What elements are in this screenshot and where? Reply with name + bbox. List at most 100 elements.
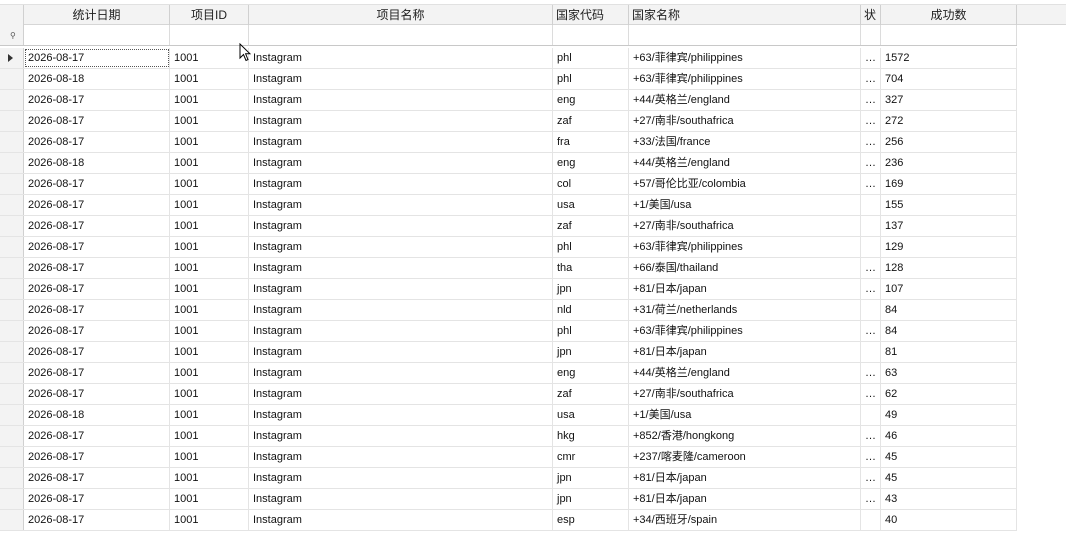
row-indicator[interactable]: [0, 69, 24, 89]
table-row[interactable]: 2026-08-17 1001 Instagram cmr +237/喀麦隆/camer…: [0, 447, 1017, 468]
cell-country-code[interactable]: nld: [553, 300, 629, 320]
cell-project-id[interactable]: 1001: [170, 132, 249, 152]
cell-country-name[interactable]: +81/日本/japan: [629, 279, 861, 299]
cell-country-code[interactable]: zaf: [553, 111, 629, 131]
cell-project-id[interactable]: 1001: [170, 69, 249, 89]
table-row[interactable]: 2026-08-17 1001 Instagram col +57/哥伦比亚/colom…: [0, 174, 1017, 195]
cell-project-name[interactable]: Instagram: [249, 426, 553, 446]
table-row[interactable]: 2026-08-18 1001 Instagram usa +1/美国/usa 49: [0, 405, 1017, 426]
cell-status[interactable]: [861, 342, 881, 362]
table-row[interactable]: 2026-08-17 1001 Instagram jpn +81/日本/japan 81: [0, 342, 1017, 363]
cell-project-id[interactable]: 1001: [170, 153, 249, 173]
cell-date[interactable]: 2026-08-17: [24, 174, 170, 194]
cell-country-code[interactable]: zaf: [553, 216, 629, 236]
cell-project-name[interactable]: Instagram: [249, 153, 553, 173]
cell-status[interactable]: …: [861, 447, 881, 467]
table-row[interactable]: 2026-08-17 1001 Instagram hkg +852/香港/hongko…: [0, 426, 1017, 447]
cell-project-id[interactable]: 1001: [170, 426, 249, 446]
column-header-date[interactable]: 统计日期: [24, 5, 170, 25]
cell-project-id[interactable]: 1001: [170, 174, 249, 194]
cell-country-code[interactable]: eng: [553, 153, 629, 173]
cell-date[interactable]: 2026-08-17: [24, 111, 170, 131]
cell-country-name[interactable]: +66/泰国/thailand: [629, 258, 861, 278]
filter-cell-country-name[interactable]: [629, 25, 861, 45]
cell-project-name[interactable]: Instagram: [249, 321, 553, 341]
row-indicator[interactable]: [0, 48, 24, 68]
row-indicator[interactable]: [0, 195, 24, 215]
column-header-project-name[interactable]: 项目名称: [249, 5, 553, 25]
row-indicator[interactable]: [0, 510, 24, 530]
cell-date[interactable]: 2026-08-17: [24, 489, 170, 509]
cell-date[interactable]: 2026-08-18: [24, 69, 170, 89]
cell-status[interactable]: …: [861, 426, 881, 446]
cell-project-name[interactable]: Instagram: [249, 489, 553, 509]
column-header-country-code[interactable]: 国家代码: [553, 5, 629, 25]
cell-date[interactable]: 2026-08-18: [24, 405, 170, 425]
filter-cell-project-name[interactable]: [249, 25, 553, 45]
cell-project-name[interactable]: Instagram: [249, 216, 553, 236]
cell-project-id[interactable]: 1001: [170, 111, 249, 131]
cell-success-count[interactable]: 128: [881, 258, 1017, 278]
row-indicator[interactable]: [0, 342, 24, 362]
cell-project-id[interactable]: 1001: [170, 510, 249, 530]
cell-success-count[interactable]: 327: [881, 90, 1017, 110]
column-header-success-count[interactable]: 成功数: [881, 5, 1017, 25]
cell-project-id[interactable]: 1001: [170, 279, 249, 299]
cell-project-id[interactable]: 1001: [170, 384, 249, 404]
table-row[interactable]: 2026-08-17 1001 Instagram usa +1/美国/usa 155: [0, 195, 1017, 216]
cell-project-name[interactable]: Instagram: [249, 363, 553, 383]
row-indicator[interactable]: [0, 447, 24, 467]
cell-date[interactable]: 2026-08-17: [24, 510, 170, 530]
cell-success-count[interactable]: 40: [881, 510, 1017, 530]
row-indicator[interactable]: [0, 237, 24, 257]
cell-status[interactable]: …: [861, 90, 881, 110]
cell-success-count[interactable]: 81: [881, 342, 1017, 362]
cell-country-code[interactable]: fra: [553, 132, 629, 152]
cell-country-name[interactable]: +27/南非/southafrica: [629, 111, 861, 131]
cell-country-name[interactable]: +1/美国/usa: [629, 195, 861, 215]
cell-success-count[interactable]: 45: [881, 468, 1017, 488]
cell-project-id[interactable]: 1001: [170, 48, 249, 68]
cell-country-name[interactable]: +44/英格兰/england: [629, 363, 861, 383]
cell-country-code[interactable]: cmr: [553, 447, 629, 467]
cell-status[interactable]: …: [861, 468, 881, 488]
cell-country-name[interactable]: +852/香港/hongkong: [629, 426, 861, 446]
cell-date[interactable]: 2026-08-17: [24, 90, 170, 110]
cell-success-count[interactable]: 63: [881, 363, 1017, 383]
filter-cell-date[interactable]: [24, 25, 170, 45]
cell-country-name[interactable]: +63/菲律宾/philippines: [629, 321, 861, 341]
cell-status[interactable]: …: [861, 384, 881, 404]
cell-status[interactable]: …: [861, 132, 881, 152]
cell-date[interactable]: 2026-08-17: [24, 279, 170, 299]
cell-project-name[interactable]: Instagram: [249, 510, 553, 530]
filter-cell-project-id[interactable]: [170, 25, 249, 45]
cell-date[interactable]: 2026-08-18: [24, 153, 170, 173]
row-indicator[interactable]: [0, 111, 24, 131]
cell-country-code[interactable]: jpn: [553, 489, 629, 509]
cell-country-code[interactable]: phl: [553, 237, 629, 257]
cell-project-name[interactable]: Instagram: [249, 468, 553, 488]
cell-project-name[interactable]: Instagram: [249, 195, 553, 215]
cell-project-name[interactable]: Instagram: [249, 258, 553, 278]
cell-country-code[interactable]: jpn: [553, 342, 629, 362]
column-header-project-id[interactable]: 项目ID: [170, 5, 249, 25]
filter-cell-success-count[interactable]: [881, 25, 1017, 45]
cell-country-name[interactable]: +44/英格兰/england: [629, 153, 861, 173]
cell-date[interactable]: 2026-08-17: [24, 195, 170, 215]
cell-country-name[interactable]: +44/英格兰/england: [629, 90, 861, 110]
table-row[interactable]: 2026-08-17 1001 Instagram esp +34/西班牙/spain 4…: [0, 510, 1017, 531]
cell-project-name[interactable]: Instagram: [249, 111, 553, 131]
row-indicator[interactable]: [0, 405, 24, 425]
cell-country-code[interactable]: usa: [553, 195, 629, 215]
cell-country-name[interactable]: +63/菲律宾/philippines: [629, 237, 861, 257]
cell-country-code[interactable]: jpn: [553, 279, 629, 299]
cell-status[interactable]: …: [861, 258, 881, 278]
cell-country-code[interactable]: phl: [553, 69, 629, 89]
cell-success-count[interactable]: 169: [881, 174, 1017, 194]
row-indicator[interactable]: [0, 468, 24, 488]
table-row[interactable]: 2026-08-18 1001 Instagram phl +63/菲律宾/philip…: [0, 69, 1017, 90]
cell-country-code[interactable]: phl: [553, 48, 629, 68]
cell-date[interactable]: 2026-08-17: [24, 237, 170, 257]
table-row[interactable]: 2026-08-17 1001 Instagram eng +44/英格兰/englan…: [0, 363, 1017, 384]
cell-success-count[interactable]: 84: [881, 300, 1017, 320]
